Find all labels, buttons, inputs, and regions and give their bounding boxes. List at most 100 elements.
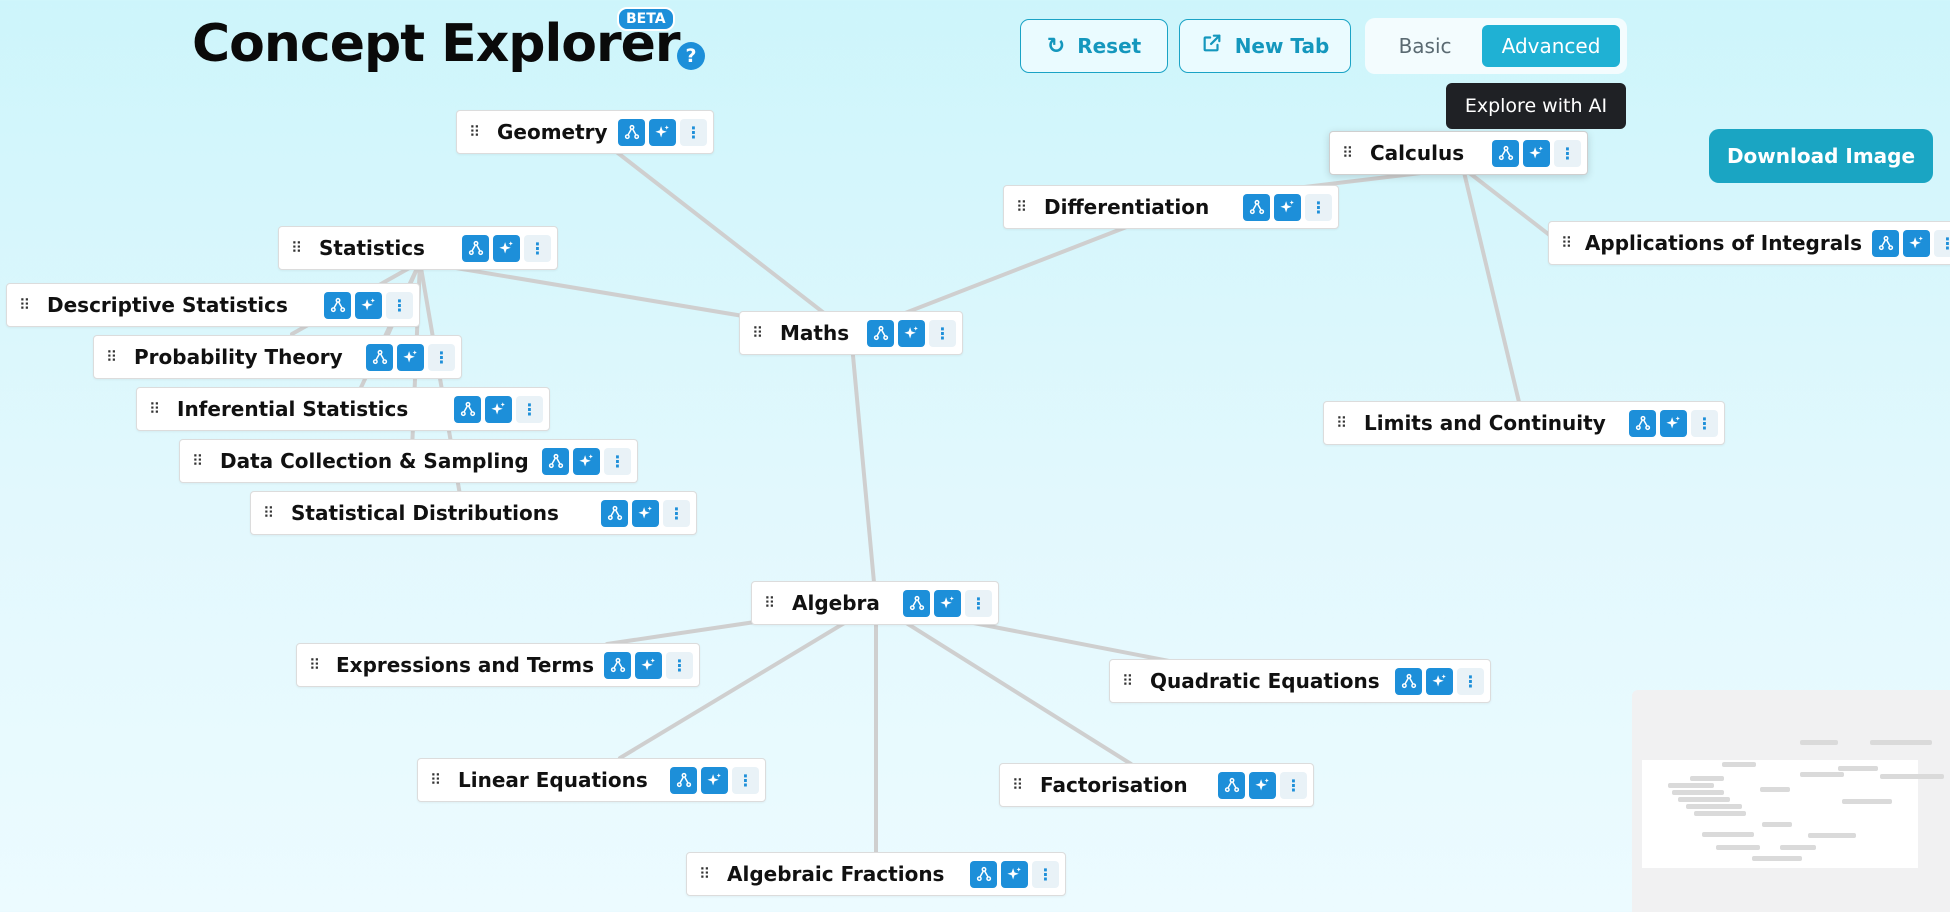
node-applications-of-integrals[interactable]: ⠿ Applications of Integrals ⋮ bbox=[1548, 221, 1950, 265]
node-algebraic-fractions[interactable]: ⠿ Algebraic Fractions ⋮ bbox=[686, 852, 1066, 896]
more-vertical-icon[interactable]: ⋮ bbox=[732, 766, 759, 794]
sparkle-icon[interactable] bbox=[485, 395, 512, 423]
sparkle-icon[interactable] bbox=[649, 118, 676, 146]
more-vertical-icon[interactable]: ⋮ bbox=[680, 118, 707, 146]
sparkle-icon[interactable] bbox=[1523, 139, 1550, 167]
more-vertical-icon[interactable]: ⋮ bbox=[1280, 771, 1307, 799]
drag-handle-icon[interactable]: ⠿ bbox=[192, 452, 220, 470]
more-vertical-icon[interactable]: ⋮ bbox=[1554, 139, 1581, 167]
help-icon[interactable]: ? bbox=[677, 42, 705, 70]
tree-icon[interactable] bbox=[462, 234, 489, 262]
drag-handle-icon[interactable]: ⠿ bbox=[699, 865, 727, 883]
tree-icon[interactable] bbox=[454, 395, 481, 423]
drag-handle-icon[interactable]: ⠿ bbox=[1016, 198, 1044, 216]
minimap-viewport[interactable] bbox=[1642, 760, 1918, 868]
tree-icon[interactable] bbox=[618, 118, 645, 146]
tree-icon[interactable] bbox=[324, 291, 351, 319]
tree-icon[interactable] bbox=[542, 447, 569, 475]
more-vertical-icon[interactable]: ⋮ bbox=[1691, 409, 1718, 437]
tree-icon[interactable] bbox=[1492, 139, 1519, 167]
sparkle-icon[interactable] bbox=[1274, 193, 1301, 221]
node-geometry[interactable]: ⠿ Geometry ⋮ bbox=[456, 110, 714, 154]
drag-handle-icon[interactable]: ⠿ bbox=[149, 400, 177, 418]
node-calculus[interactable]: ⠿ Calculus ⋮ bbox=[1329, 131, 1588, 175]
sparkle-icon[interactable] bbox=[1660, 409, 1687, 437]
tree-icon[interactable] bbox=[1243, 193, 1270, 221]
tree-icon[interactable] bbox=[604, 651, 631, 679]
sparkle-icon[interactable] bbox=[898, 319, 925, 347]
node-statistical-distributions[interactable]: ⠿ Statistical Distributions ⋮ bbox=[250, 491, 697, 535]
sparkle-icon[interactable] bbox=[632, 499, 659, 527]
drag-handle-icon[interactable]: ⠿ bbox=[19, 296, 47, 314]
node-limits-and-continuity[interactable]: ⠿ Limits and Continuity ⋮ bbox=[1323, 401, 1725, 445]
drag-handle-icon[interactable]: ⠿ bbox=[1336, 414, 1364, 432]
more-vertical-icon[interactable]: ⋮ bbox=[428, 343, 455, 371]
more-vertical-icon[interactable]: ⋮ bbox=[524, 234, 551, 262]
more-vertical-icon[interactable]: ⋮ bbox=[666, 651, 693, 679]
sparkle-icon[interactable] bbox=[1903, 229, 1930, 257]
more-vertical-icon[interactable]: ⋮ bbox=[386, 291, 413, 319]
drag-handle-icon[interactable]: ⠿ bbox=[291, 239, 319, 257]
download-image-button[interactable]: Download Image bbox=[1709, 129, 1933, 183]
drag-handle-icon[interactable]: ⠿ bbox=[1342, 144, 1370, 162]
node-algebra[interactable]: ⠿ Algebra ⋮ bbox=[751, 581, 999, 625]
sparkle-icon[interactable] bbox=[355, 291, 382, 319]
new-tab-label: New Tab bbox=[1234, 34, 1330, 58]
sparkle-icon[interactable] bbox=[1249, 771, 1276, 799]
tree-icon[interactable] bbox=[1872, 229, 1899, 257]
more-vertical-icon[interactable]: ⋮ bbox=[1305, 193, 1332, 221]
tree-icon[interactable] bbox=[970, 860, 997, 888]
tree-icon[interactable] bbox=[670, 766, 697, 794]
tree-icon[interactable] bbox=[601, 499, 628, 527]
new-tab-button[interactable]: New Tab bbox=[1179, 19, 1351, 73]
more-vertical-icon[interactable]: ⋮ bbox=[1934, 229, 1950, 257]
node-factorisation[interactable]: ⠿ Factorisation ⋮ bbox=[999, 763, 1314, 807]
tree-icon[interactable] bbox=[1629, 409, 1656, 437]
node-descriptive-statistics[interactable]: ⠿ Descriptive Statistics ⋮ bbox=[6, 283, 420, 327]
mind-map-canvas[interactable]: ⠿ Geometry ⋮ ⠿ Calculus ⋮ ⠿ Differentiation ⋮ ⠿ Ap… bbox=[0, 0, 1950, 912]
node-quadratic-equations[interactable]: ⠿ Quadratic Equations ⋮ bbox=[1109, 659, 1491, 703]
sparkle-icon[interactable] bbox=[701, 766, 728, 794]
drag-handle-icon[interactable]: ⠿ bbox=[1012, 776, 1040, 794]
sparkle-icon[interactable] bbox=[1426, 667, 1453, 695]
drag-handle-icon[interactable]: ⠿ bbox=[309, 656, 336, 674]
more-vertical-icon[interactable]: ⋮ bbox=[965, 589, 992, 617]
drag-handle-icon[interactable]: ⠿ bbox=[1561, 234, 1585, 252]
sparkle-icon[interactable] bbox=[397, 343, 424, 371]
node-data-collection-sampling[interactable]: ⠿ Data Collection & Sampling ⋮ bbox=[179, 439, 638, 483]
reset-button[interactable]: ↻ Reset bbox=[1020, 19, 1168, 73]
tree-icon[interactable] bbox=[903, 589, 930, 617]
node-probability-theory[interactable]: ⠿ Probability Theory ⋮ bbox=[93, 335, 462, 379]
mode-advanced-option[interactable]: Advanced bbox=[1482, 25, 1620, 67]
more-vertical-icon[interactable]: ⋮ bbox=[1032, 860, 1059, 888]
mode-basic-option[interactable]: Basic bbox=[1372, 25, 1478, 67]
drag-handle-icon[interactable]: ⠿ bbox=[1122, 672, 1150, 690]
sparkle-icon[interactable] bbox=[493, 234, 520, 262]
node-differentiation[interactable]: ⠿ Differentiation ⋮ bbox=[1003, 185, 1339, 229]
node-statistics[interactable]: ⠿ Statistics ⋮ bbox=[278, 226, 558, 270]
drag-handle-icon[interactable]: ⠿ bbox=[752, 324, 780, 342]
more-vertical-icon[interactable]: ⋮ bbox=[604, 447, 631, 475]
drag-handle-icon[interactable]: ⠿ bbox=[106, 348, 134, 366]
more-vertical-icon[interactable]: ⋮ bbox=[929, 319, 956, 347]
sparkle-icon[interactable] bbox=[573, 447, 600, 475]
sparkle-icon[interactable] bbox=[635, 651, 662, 679]
more-vertical-icon[interactable]: ⋮ bbox=[516, 395, 543, 423]
node-maths[interactable]: ⠿ Maths ⋮ bbox=[739, 311, 963, 355]
sparkle-icon[interactable] bbox=[1001, 860, 1028, 888]
tree-icon[interactable] bbox=[1395, 667, 1422, 695]
drag-handle-icon[interactable]: ⠿ bbox=[263, 504, 291, 522]
more-vertical-icon[interactable]: ⋮ bbox=[1457, 667, 1484, 695]
node-expressions-and-terms[interactable]: ⠿ Expressions and Terms ⋮ bbox=[296, 643, 700, 687]
sparkle-icon[interactable] bbox=[934, 589, 961, 617]
drag-handle-icon[interactable]: ⠿ bbox=[764, 594, 792, 612]
tree-icon[interactable] bbox=[1218, 771, 1245, 799]
node-inferential-statistics[interactable]: ⠿ Inferential Statistics ⋮ bbox=[136, 387, 550, 431]
drag-handle-icon[interactable]: ⠿ bbox=[469, 123, 497, 141]
tree-icon[interactable] bbox=[867, 319, 894, 347]
tree-icon[interactable] bbox=[366, 343, 393, 371]
minimap[interactable] bbox=[1632, 690, 1950, 912]
node-linear-equations[interactable]: ⠿ Linear Equations ⋮ bbox=[417, 758, 766, 802]
more-vertical-icon[interactable]: ⋮ bbox=[663, 499, 690, 527]
drag-handle-icon[interactable]: ⠿ bbox=[430, 771, 458, 789]
